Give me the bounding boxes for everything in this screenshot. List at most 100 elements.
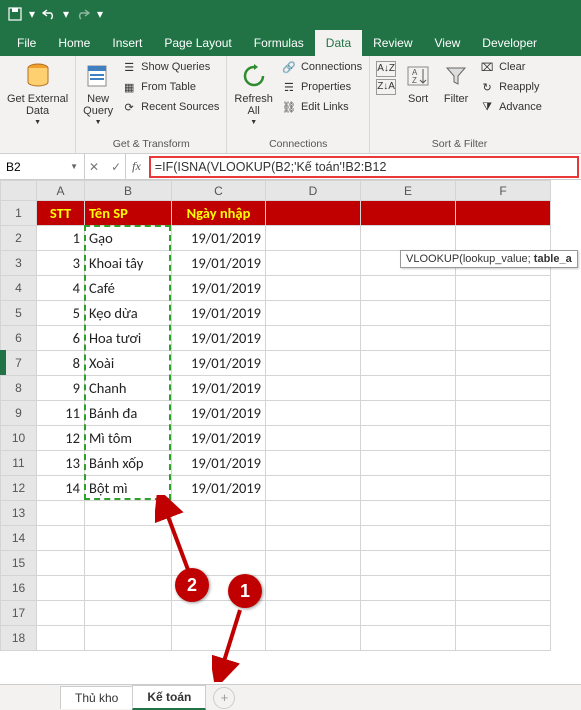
row-header[interactable]: 12: [1, 476, 37, 501]
cell[interactable]: 9: [37, 376, 85, 401]
cell[interactable]: [266, 426, 361, 451]
cell[interactable]: [456, 551, 551, 576]
cell[interactable]: 19/01/2019: [172, 351, 266, 376]
cell[interactable]: [266, 301, 361, 326]
cell[interactable]: [37, 526, 85, 551]
cell[interactable]: [361, 501, 456, 526]
cell[interactable]: Bánh đa: [85, 401, 172, 426]
sheet-tab-ketoan[interactable]: Kế toán: [132, 685, 206, 710]
save-icon[interactable]: [4, 3, 26, 25]
cell[interactable]: Bánh xốp: [85, 451, 172, 476]
enter-icon[interactable]: ✓: [111, 160, 121, 174]
cell[interactable]: 19/01/2019: [172, 426, 266, 451]
qat-customize-icon[interactable]: ▾: [96, 3, 104, 25]
name-box[interactable]: B2 ▼: [0, 154, 85, 179]
cell[interactable]: [361, 351, 456, 376]
cell[interactable]: [456, 201, 551, 226]
cell[interactable]: [361, 601, 456, 626]
cell[interactable]: 19/01/2019: [172, 476, 266, 501]
row-header[interactable]: 3: [1, 251, 37, 276]
row-header[interactable]: 5: [1, 301, 37, 326]
col-header[interactable]: A: [37, 181, 85, 201]
cell[interactable]: [456, 576, 551, 601]
tab-developer[interactable]: Developer: [471, 30, 548, 56]
cell[interactable]: [361, 451, 456, 476]
row-header[interactable]: 9: [1, 401, 37, 426]
cell[interactable]: STT: [37, 201, 85, 226]
get-external-data-button[interactable]: Get External Data ▼: [5, 58, 70, 130]
refresh-all-button[interactable]: Refresh All ▼: [232, 58, 275, 130]
cell[interactable]: [456, 526, 551, 551]
cell[interactable]: 6: [37, 326, 85, 351]
cell[interactable]: [37, 501, 85, 526]
cell[interactable]: [266, 551, 361, 576]
cell[interactable]: [172, 526, 266, 551]
row-header[interactable]: 1: [1, 201, 37, 226]
col-header[interactable]: C: [172, 181, 266, 201]
cell[interactable]: 19/01/2019: [172, 251, 266, 276]
cell[interactable]: [266, 626, 361, 651]
cell[interactable]: [456, 401, 551, 426]
cell[interactable]: [361, 576, 456, 601]
cell[interactable]: [361, 551, 456, 576]
cell[interactable]: [266, 251, 361, 276]
cell[interactable]: [37, 576, 85, 601]
cell[interactable]: 19/01/2019: [172, 376, 266, 401]
cell[interactable]: [456, 351, 551, 376]
row-header[interactable]: 16: [1, 576, 37, 601]
cell[interactable]: [85, 501, 172, 526]
cell[interactable]: [85, 626, 172, 651]
cell[interactable]: 19/01/2019: [172, 226, 266, 251]
cell[interactable]: [456, 476, 551, 501]
cell[interactable]: [85, 526, 172, 551]
cell[interactable]: Café: [85, 276, 172, 301]
cell[interactable]: 19/01/2019: [172, 276, 266, 301]
clear-filter-button[interactable]: ⌧Clear: [477, 58, 544, 76]
cell[interactable]: [361, 526, 456, 551]
cell[interactable]: [266, 451, 361, 476]
tab-data[interactable]: Data: [315, 30, 362, 56]
add-sheet-button[interactable]: +: [213, 687, 235, 709]
sheet-tab-thukho[interactable]: Thủ kho: [60, 686, 133, 709]
row-header[interactable]: 14: [1, 526, 37, 551]
sort-button[interactable]: AZ Sort: [401, 58, 435, 108]
cell[interactable]: 5: [37, 301, 85, 326]
cell[interactable]: [361, 226, 456, 251]
tab-review[interactable]: Review: [362, 30, 423, 56]
cell[interactable]: [266, 226, 361, 251]
cell[interactable]: 11: [37, 401, 85, 426]
cell[interactable]: [266, 401, 361, 426]
cell[interactable]: [361, 201, 456, 226]
cell[interactable]: [456, 626, 551, 651]
cell[interactable]: 14: [37, 476, 85, 501]
cell[interactable]: [361, 376, 456, 401]
cell[interactable]: [361, 326, 456, 351]
cell[interactable]: Khoai tây: [85, 251, 172, 276]
cell[interactable]: [85, 601, 172, 626]
cell[interactable]: [456, 426, 551, 451]
row-header[interactable]: 8: [1, 376, 37, 401]
name-box-dropdown-icon[interactable]: ▼: [70, 162, 78, 171]
cell[interactable]: Chanh: [85, 376, 172, 401]
cell[interactable]: Kẹo dừa: [85, 301, 172, 326]
cell[interactable]: 4: [37, 276, 85, 301]
cell[interactable]: Tên SP: [85, 201, 172, 226]
filter-button[interactable]: Filter: [439, 58, 473, 108]
cell[interactable]: 3: [37, 251, 85, 276]
col-header[interactable]: D: [266, 181, 361, 201]
undo-icon[interactable]: [38, 3, 60, 25]
cell[interactable]: [456, 326, 551, 351]
recent-sources-button[interactable]: ⟳Recent Sources: [119, 98, 221, 116]
cell[interactable]: [37, 551, 85, 576]
cell[interactable]: 19/01/2019: [172, 326, 266, 351]
cell[interactable]: [266, 526, 361, 551]
connections-button[interactable]: 🔗Connections: [279, 58, 364, 76]
advanced-button[interactable]: ⧩Advance: [477, 98, 544, 116]
cell[interactable]: [456, 376, 551, 401]
cell[interactable]: [266, 476, 361, 501]
cell[interactable]: Xoài: [85, 351, 172, 376]
cell[interactable]: 8: [37, 351, 85, 376]
cell[interactable]: [172, 501, 266, 526]
row-header[interactable]: 13: [1, 501, 37, 526]
cell[interactable]: [361, 426, 456, 451]
